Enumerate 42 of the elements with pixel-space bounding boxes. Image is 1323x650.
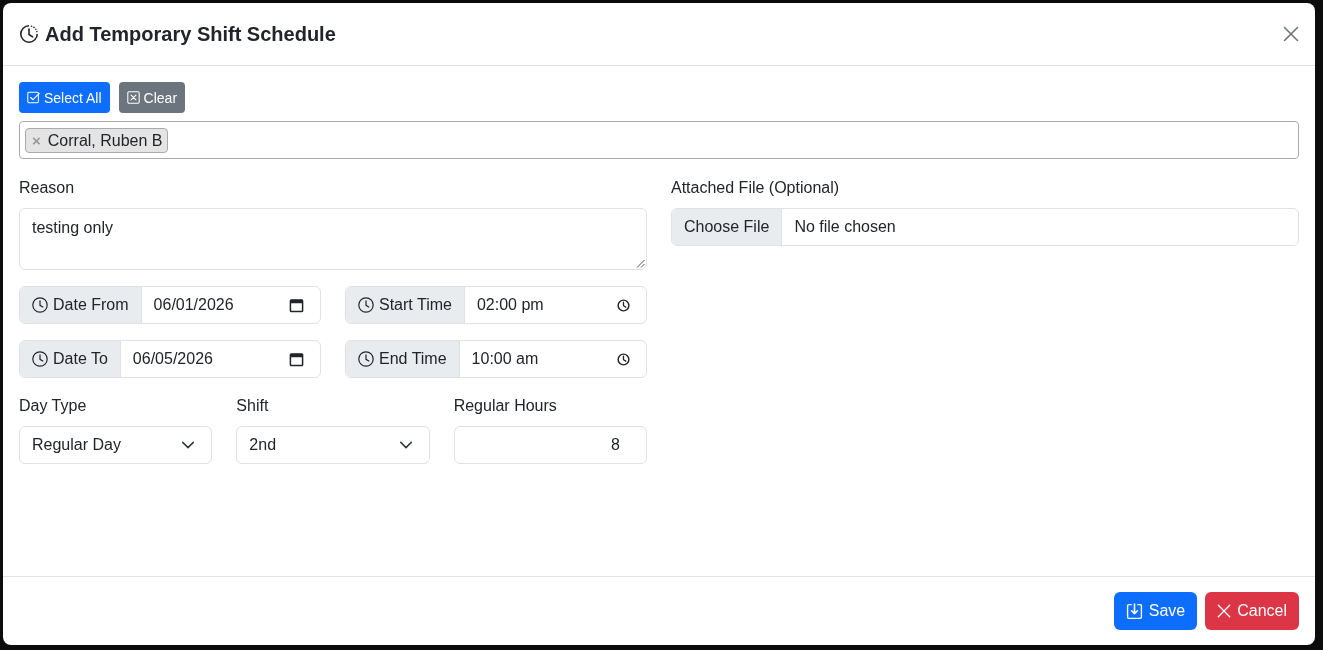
date-input[interactable]: 06/05/2026: [120, 341, 320, 377]
date-input[interactable]: 06/01/2026: [141, 287, 320, 323]
clock-history-icon: [19, 24, 39, 44]
select-all-button[interactable]: Select All: [19, 82, 110, 113]
clock-icon: [358, 351, 374, 367]
clock-icon: [358, 297, 374, 313]
resize-grip-icon: [636, 259, 645, 268]
time-input[interactable]: 10:00 am: [459, 341, 646, 377]
clock-icon: [32, 297, 48, 313]
cancel-button[interactable]: Cancel: [1205, 592, 1299, 630]
clock-icon: [32, 351, 48, 367]
field-label: End Time: [379, 350, 447, 368]
multi-select-field[interactable]: × Corral, Ruben B: [19, 121, 1299, 159]
reason-textarea[interactable]: testing only: [19, 208, 647, 270]
close-icon: [1283, 26, 1299, 42]
select-field[interactable]: Regular Day: [19, 426, 213, 464]
field-label: Shift: [236, 396, 270, 416]
choose-file-button[interactable]: Choose File: [672, 209, 783, 245]
save-icon: [1125, 602, 1143, 620]
clock-icon: [617, 298, 630, 312]
tag-label: Corral, Ruben B: [47, 131, 163, 150]
calendar-icon: [289, 351, 304, 367]
field-label: Start Time: [379, 296, 452, 314]
save-button[interactable]: Save: [1113, 592, 1198, 630]
clear-button[interactable]: Clear: [118, 82, 186, 113]
select-field[interactable]: 2nd: [236, 426, 430, 464]
file-status: No file chosen: [793, 218, 896, 236]
checkbox-icon: [27, 91, 40, 104]
field-label: Regular Hours: [453, 396, 558, 416]
calendar-icon: [289, 297, 304, 313]
field-label: Date To: [53, 350, 108, 368]
clock-icon: [617, 352, 630, 366]
x-icon: [1217, 604, 1232, 618]
field-label: Date From: [53, 296, 129, 314]
close-button[interactable]: [1283, 26, 1299, 42]
time-input[interactable]: 02:00 pm: [464, 287, 646, 323]
number-input[interactable]: 8: [453, 426, 647, 464]
field-label: Attached File (Optional): [671, 178, 841, 198]
x-square-icon: [126, 91, 140, 104]
field-label: Reason: [19, 178, 76, 198]
field-label: Day Type: [19, 396, 88, 416]
dialog-title: Add Temporary Shift Schedule: [45, 22, 336, 46]
